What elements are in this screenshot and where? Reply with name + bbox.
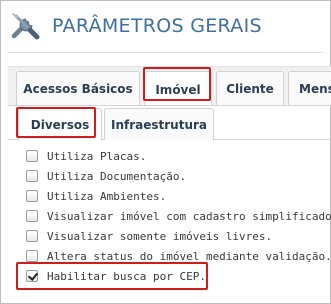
option-label: Altera status do imóvel mediante validaç… [47, 249, 331, 263]
option-label: Utiliza Placas. [47, 149, 147, 163]
page-title: PARÂMETROS GERAIS [52, 15, 262, 37]
option-visualizar-imoveis-livres[interactable]: Visualizar somente imóveis livres. [26, 227, 272, 245]
checkbox[interactable] [26, 170, 38, 182]
tab-cliente[interactable]: Cliente [216, 71, 284, 105]
option-habilitar-busca-cep[interactable]: Habilitar busca por CEP. [26, 267, 206, 285]
tab-infraestrutura[interactable]: Infraestrutura [104, 108, 214, 140]
checkbox[interactable] [26, 250, 38, 262]
tab-diversos[interactable]: Diversos [18, 108, 102, 140]
header-divider [8, 52, 323, 53]
main-tab-bar: Acessos Básicos Imóvel Cliente Mens [8, 66, 331, 106]
tab-label: Infraestrutura [110, 117, 208, 132]
option-label: Utiliza Ambientes. [47, 189, 167, 203]
checkbox[interactable] [26, 190, 38, 202]
option-utiliza-documentacao[interactable]: Utiliza Documentação. [26, 167, 186, 185]
tab-label: Cliente [226, 82, 274, 96]
option-utiliza-ambientes[interactable]: Utiliza Ambientes. [26, 187, 166, 205]
option-altera-status-validacao[interactable]: Altera status do imóvel mediante validaç… [26, 247, 331, 265]
page-header: PARÂMETROS GERAIS [8, 8, 262, 44]
option-label: Visualizar imóvel com cadastro simplific… [47, 209, 331, 223]
tab-imovel[interactable]: Imóvel [144, 71, 212, 105]
checkbox[interactable] [26, 210, 38, 222]
option-label: Utiliza Documentação. [47, 169, 187, 183]
tab-mensagens[interactable]: Mens [288, 71, 331, 105]
tab-acessos-basicos[interactable]: Acessos Básicos [16, 71, 140, 105]
checkbox[interactable] [26, 150, 38, 162]
checkbox-checked[interactable] [26, 270, 38, 282]
option-label: Habilitar busca por CEP. [47, 269, 206, 283]
tab-label: Mens [299, 82, 331, 96]
tab-label: Diversos [30, 117, 90, 132]
option-visualizar-cadastro-simplificado[interactable]: Visualizar imóvel com cadastro simplific… [26, 207, 331, 225]
option-utiliza-placas[interactable]: Utiliza Placas. [26, 147, 146, 165]
sub-tab-bar: Diversos Infraestrutura [8, 106, 331, 140]
tab-label: Acessos Básicos [23, 82, 133, 96]
checkbox[interactable] [26, 230, 38, 242]
tools-icon [11, 13, 40, 40]
option-label: Visualizar somente imóveis livres. [47, 229, 273, 243]
tab-label: Imóvel [155, 82, 201, 97]
